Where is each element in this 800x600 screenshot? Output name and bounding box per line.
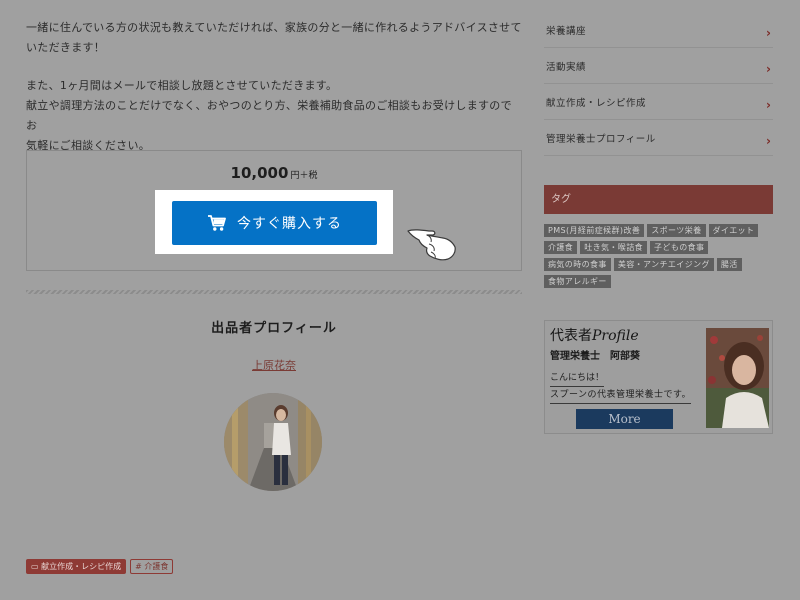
paragraph-line: 一緒に住んでいる方の状況も教えていただければ、家族の分と一緒に作れるようアドバイ… [26,21,522,34]
price-tax-suffix: 円＋税 [290,171,318,181]
sidebar-item-label: 活動実績 [546,61,587,73]
description-paragraph-1: 一緒に住んでいる方の状況も教えていただければ、家族の分と一緒に作れるようアドバイ… [26,18,522,58]
chevron-right-icon: › [766,61,771,76]
tag-link[interactable]: 介護食 [544,241,578,254]
banner-title-jp: 代表者 [550,328,592,344]
seller-avatar[interactable] [224,393,322,491]
banner-title-en: Profile [592,328,639,344]
tag-link[interactable]: 食物アレルギー [544,275,611,288]
hash-icon: # [135,562,142,571]
purchase-box: 10,000 円＋税 今すぐ購入する [26,150,522,271]
tag-link[interactable]: 病気の時の食事 [544,258,611,271]
greeting-line: こんにちは！ [550,370,605,387]
sidebar-item-label: 管理栄養士プロフィール [546,133,656,145]
banner-greeting: こんにちは！ スプーンの代表管理栄養士です。 [550,370,692,404]
buy-now-button[interactable]: 今すぐ購入する [172,201,377,245]
pointing-hand-icon [405,221,459,263]
sidebar-item-dietitian-profile[interactable]: 管理栄養士プロフィール › [544,120,773,156]
tag-cloud: PMS(月経前症候群)改善 スポーツ栄養 ダイエット 介護食 吐き気・喉詰食 子… [544,224,773,288]
tag-link[interactable]: スポーツ栄養 [647,224,706,237]
seller-name-link[interactable]: 上原花奈 [26,357,522,373]
shopping-cart-icon [207,214,227,232]
sidebar-item-nutrition-course[interactable]: 栄養講座 › [544,12,773,48]
service-description: 一緒に住んでいる方の状況も教えていただければ、家族の分と一緒に作れるようアドバイ… [26,18,522,156]
tag-link[interactable]: PMS(月経前症候群)改善 [544,224,645,237]
greeting-line: スプーンの代表管理栄養士です。 [550,387,692,404]
banner-role: 管理栄養士 阿部葵 [550,351,640,362]
chevron-right-icon: › [766,97,771,112]
category-tag-label: 献立作成・レシピ作成 [41,562,122,571]
tag-link[interactable]: 美容・アンチエイジング [613,258,714,271]
paragraph-line: いただきます！ [26,41,106,54]
sidebar-item-menu-planning[interactable]: 献立作成・レシピ作成 › [544,84,773,120]
folder-icon: ▭ [31,562,39,571]
buy-button-spotlight: 今すぐ購入する [155,190,393,254]
description-paragraph-2: また、1ヶ月間はメールで相談し放題とさせていただきます。 献立や調理方法のことだ… [26,76,522,156]
tag-link[interactable]: 腸活 [716,258,742,271]
chevron-right-icon: › [766,25,771,40]
sidebar-item-activity-record[interactable]: 活動実績 › [544,48,773,84]
section-divider [26,290,522,294]
tag-section-heading: タグ [544,185,773,214]
tag-link[interactable]: ダイエット [708,224,759,237]
sidebar-item-label: 献立作成・レシピ作成 [546,97,647,109]
paragraph-line: また、1ヶ月間はメールで相談し放題とさせていただきます。 [26,79,338,92]
category-tag[interactable]: ▭ 献立作成・レシピ作成 [26,559,127,574]
category-tag[interactable]: # 介護食 [130,559,174,574]
buy-now-label: 今すぐ購入する [237,216,342,232]
banner-title: 代表者Profile [550,325,639,345]
representative-photo [706,328,769,428]
tag-link[interactable]: 吐き気・喉詰食 [580,241,648,254]
price-display: 10,000 円＋税 [27,163,521,182]
sidebar-menu: 栄養講座 › 活動実績 › 献立作成・レシピ作成 › 管理栄養士プロフィール › [544,12,773,156]
sidebar-item-label: 栄養講座 [546,25,587,37]
seller-profile-heading: 出品者プロフィール [211,321,337,336]
category-tags: ▭ 献立作成・レシピ作成 # 介護食 [26,559,174,574]
chevron-right-icon: › [766,133,771,148]
paragraph-line: 献立や調理方法のことだけでなく、おやつのとり方、栄養補助食品のご相談もお受けしま… [26,99,512,132]
tag-link[interactable]: 子どもの食事 [650,241,709,254]
category-tag-label: 介護食 [144,562,169,571]
representative-profile-banner[interactable]: 代表者Profile 管理栄養士 阿部葵 こんにちは！ スプーンの代表管理栄養士… [544,320,773,434]
price-amount: 10,000 [230,164,289,182]
more-button[interactable]: More [576,409,673,429]
